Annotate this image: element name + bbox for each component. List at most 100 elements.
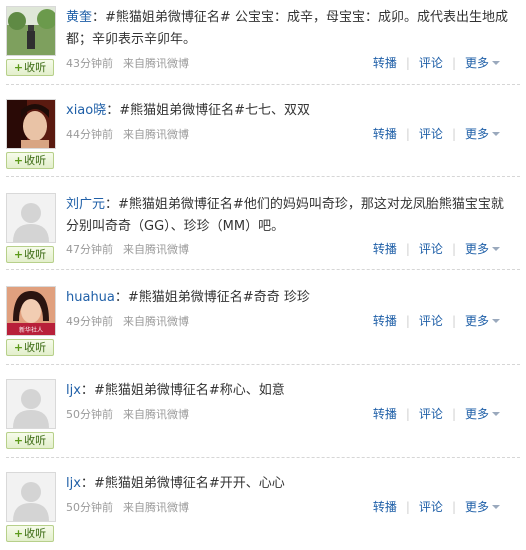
portrait-photo-icon xyxy=(7,100,55,148)
action-divider: | xyxy=(405,407,410,421)
post-text: #熊猫姐弟微博征名#称心、如意 xyxy=(93,383,285,398)
post-time[interactable]: 43分钟前 xyxy=(66,57,113,70)
follow-label: 收听 xyxy=(24,341,47,354)
post-content: 刘广元：#熊猫姐弟微博征名#他们的妈妈叫奇珍，那这对龙凤胎熊猫宝宝就分别叫奇奇（… xyxy=(66,194,512,238)
divider xyxy=(6,457,520,458)
post-content: ljx：#熊猫姐弟微博征名#开开、心心 xyxy=(66,473,512,495)
comment-button[interactable]: 评论 xyxy=(419,314,443,328)
name-separator: ： xyxy=(106,103,120,118)
chevron-down-icon xyxy=(492,411,500,416)
comment-button[interactable]: 评论 xyxy=(419,500,443,514)
action-divider: | xyxy=(405,500,410,514)
repost-button[interactable]: 转播 xyxy=(373,314,397,328)
post-time[interactable]: 44分钟前 xyxy=(66,128,113,141)
divider xyxy=(6,176,520,177)
chevron-down-icon xyxy=(492,131,500,136)
post-time[interactable]: 50分钟前 xyxy=(66,501,113,514)
post-text: #熊猫姐弟微博征名#开开、心心 xyxy=(93,476,285,491)
avatar[interactable] xyxy=(6,379,56,429)
author-name[interactable]: 黄奎 xyxy=(66,10,92,25)
plus-icon: + xyxy=(13,527,24,540)
author-name[interactable]: 刘广元 xyxy=(66,197,105,212)
post-source[interactable]: 来自腾讯微博 xyxy=(123,57,189,70)
repost-button[interactable]: 转播 xyxy=(373,407,397,421)
action-divider: | xyxy=(405,56,410,70)
post-meta: 43分钟前 来自腾讯微博 xyxy=(66,55,189,71)
action-divider: | xyxy=(451,242,456,256)
more-button[interactable]: 更多 xyxy=(465,407,500,421)
action-divider: | xyxy=(451,314,456,328)
follow-label: 收听 xyxy=(24,527,47,540)
comment-button[interactable]: 评论 xyxy=(419,56,443,70)
more-label: 更多 xyxy=(464,56,489,70)
comment-button[interactable]: 评论 xyxy=(419,127,443,141)
repost-button[interactable]: 转播 xyxy=(373,127,397,141)
post-meta: 47分钟前 来自腾讯微博 xyxy=(66,241,189,257)
default-avatar-icon xyxy=(7,194,55,242)
avatar[interactable] xyxy=(6,99,56,149)
more-button[interactable]: 更多 xyxy=(465,242,500,256)
more-button[interactable]: 更多 xyxy=(465,314,500,328)
default-avatar-icon xyxy=(7,473,55,521)
plus-icon: + xyxy=(13,434,24,447)
more-button[interactable]: 更多 xyxy=(465,56,500,70)
post-text: #熊猫姐弟微博征名#他们的妈妈叫奇珍，那这对龙凤胎熊猫宝宝就分别叫奇奇（GG）、… xyxy=(66,197,504,234)
chevron-down-icon xyxy=(492,318,500,323)
avatar[interactable] xyxy=(6,193,56,243)
author-name[interactable]: huahua xyxy=(66,290,115,305)
comment-button[interactable]: 评论 xyxy=(419,407,443,421)
comment-button[interactable]: 评论 xyxy=(419,242,443,256)
post-source[interactable]: 来自腾讯微博 xyxy=(123,315,189,328)
follow-button[interactable]: +收听 xyxy=(6,432,54,449)
follow-label: 收听 xyxy=(24,61,47,74)
repost-button[interactable]: 转播 xyxy=(373,56,397,70)
follow-label: 收听 xyxy=(24,154,47,167)
plus-icon: + xyxy=(13,248,24,261)
avatar[interactable] xyxy=(6,472,56,522)
more-button[interactable]: 更多 xyxy=(465,127,500,141)
action-divider: | xyxy=(405,314,410,328)
follow-button[interactable]: +收听 xyxy=(6,246,54,263)
post-meta: 50分钟前 来自腾讯微博 xyxy=(66,406,189,422)
action-divider: | xyxy=(451,127,456,141)
follow-button[interactable]: +收听 xyxy=(6,152,54,169)
more-label: 更多 xyxy=(464,127,489,141)
name-separator: ： xyxy=(80,383,94,398)
chevron-down-icon xyxy=(492,504,500,509)
more-label: 更多 xyxy=(464,242,489,256)
plus-icon: + xyxy=(13,341,24,354)
post-actions: 转播 | 评论 | 更多 xyxy=(373,54,500,71)
author-name[interactable]: ljx xyxy=(66,476,81,491)
more-button[interactable]: 更多 xyxy=(465,500,500,514)
author-name[interactable]: ljx xyxy=(66,383,81,398)
woman-photo-icon: 新华社人 xyxy=(7,287,55,335)
post-source[interactable]: 来自腾讯微博 xyxy=(123,408,189,421)
divider xyxy=(6,84,520,85)
post-item: +收听 黄奎：#熊猫姐弟微博征名# 公宝宝：成辛，母宝宝：成卯。成代表出生地成都… xyxy=(0,0,526,85)
post-item: +收听 ljx：#熊猫姐弟微博征名#称心、如意 50分钟前 来自腾讯微博 转播 | 评… xyxy=(0,373,526,458)
author-name[interactable]: xiao晓 xyxy=(66,103,106,118)
follow-button[interactable]: +收听 xyxy=(6,339,54,356)
post-source[interactable]: 来自腾讯微博 xyxy=(123,128,189,141)
post-meta: 44分钟前 来自腾讯微博 xyxy=(66,126,189,142)
post-content: xiao晓：#熊猫姐弟微博征名#七七、双双 xyxy=(66,100,512,122)
post-time[interactable]: 49分钟前 xyxy=(66,315,113,328)
post-text: #熊猫姐弟微博征名#奇奇 珍珍 xyxy=(127,290,310,305)
default-avatar-icon xyxy=(7,380,55,428)
repost-button[interactable]: 转播 xyxy=(373,242,397,256)
chevron-down-icon xyxy=(492,60,500,65)
avatar[interactable] xyxy=(6,6,56,56)
post-source[interactable]: 来自腾讯微博 xyxy=(123,501,189,514)
more-label: 更多 xyxy=(464,407,489,421)
post-source[interactable]: 来自腾讯微博 xyxy=(123,243,189,256)
post-time[interactable]: 47分钟前 xyxy=(66,243,113,256)
avatar[interactable]: 新华社人 xyxy=(6,286,56,336)
follow-button[interactable]: +收听 xyxy=(6,525,54,542)
follow-button[interactable]: +收听 xyxy=(6,59,54,76)
post-time[interactable]: 50分钟前 xyxy=(66,408,113,421)
name-separator: ： xyxy=(114,290,128,305)
more-label: 更多 xyxy=(464,314,489,328)
post-actions: 转播 | 评论 | 更多 xyxy=(373,125,500,142)
repost-button[interactable]: 转播 xyxy=(373,500,397,514)
divider xyxy=(6,269,520,270)
